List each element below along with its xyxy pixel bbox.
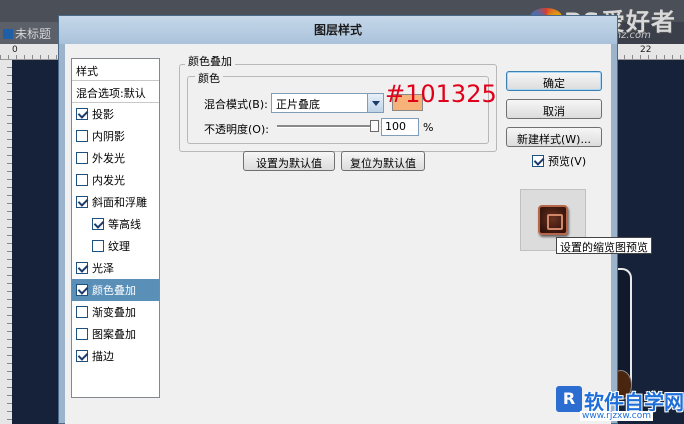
preview-toggle[interactable]: 预览(V) — [532, 153, 586, 169]
style-item-label: 图案叠加 — [92, 328, 136, 341]
opacity-slider-track[interactable] — [277, 125, 377, 128]
vertical-ruler — [0, 60, 12, 424]
opacity-slider-thumb[interactable] — [370, 120, 379, 132]
set-default-button[interactable]: 设置为默认值 — [243, 151, 335, 171]
ruler-label-right: 22 — [640, 45, 652, 55]
style-item-label: 描边 — [92, 350, 114, 363]
style-item-label: 斜面和浮雕 — [92, 196, 147, 209]
style-item-checkbox[interactable] — [76, 196, 88, 208]
style-item[interactable]: 内阴影 — [72, 125, 159, 147]
preview-label: 预览(V) — [548, 155, 587, 168]
style-item-checkbox[interactable] — [76, 262, 88, 274]
style-item[interactable]: 斜面和浮雕 — [72, 191, 159, 213]
ruler-label-left: 0 — [12, 45, 18, 55]
style-item-label: 外发光 — [92, 152, 125, 165]
style-item-checkbox[interactable] — [76, 130, 88, 142]
dialog-title: 图层样式 — [313, 23, 362, 37]
style-item[interactable]: 渐变叠加 — [72, 301, 159, 323]
watermark-bottom: R 软件自学网 www.rjzxw.com — [556, 386, 684, 424]
style-item-checkbox[interactable] — [92, 218, 104, 230]
style-item[interactable]: 图案叠加 — [72, 323, 159, 345]
dialog-titlebar[interactable]: 图层样式 — [59, 16, 617, 44]
style-item[interactable]: 内发光 — [72, 169, 159, 191]
blend-options-item[interactable]: 混合选项:默认 — [72, 81, 159, 103]
opacity-unit: % — [423, 121, 434, 134]
style-list: 样式 混合选项:默认 投影内阴影外发光内发光斜面和浮雕等高线纹理光泽颜色叠加渐变… — [71, 58, 160, 398]
style-list-header[interactable]: 样式 — [72, 59, 159, 81]
dialog-body: 样式 混合选项:默认 投影 内阴影 外发光 内发光 斜面和浮雕 等高线 纹理 光泽 颜色叠加 渐变… — [65, 44, 652, 424]
style-item-label: 内发光 — [92, 174, 125, 187]
style-item[interactable]: 外发光 — [72, 147, 159, 169]
preview-thumbnail-image — [538, 205, 568, 235]
style-item-checkbox[interactable] — [76, 284, 88, 296]
style-item[interactable]: 投影 — [72, 103, 159, 125]
preview-tooltip: 设置的缩览图预览 — [556, 237, 652, 254]
document-icon — [3, 29, 13, 39]
blend-mode-select[interactable]: 正片叠底 — [271, 93, 384, 113]
document-tab-title: 未标题 — [15, 27, 52, 41]
reset-default-button[interactable]: 复位为默认值 — [341, 151, 425, 171]
cancel-button[interactable]: 取消 — [506, 99, 602, 119]
style-item-label: 纹理 — [108, 240, 130, 253]
opacity-label: 不透明度(O): — [204, 123, 269, 136]
style-item-checkbox[interactable] — [76, 108, 88, 120]
document-tab[interactable]: 未标题 — [0, 22, 60, 44]
opacity-input[interactable]: 100 — [381, 118, 419, 136]
style-items: 投影内阴影外发光内发光斜面和浮雕等高线纹理光泽颜色叠加渐变叠加图案叠加描边 — [72, 103, 159, 367]
hex-color-annotation: #101325 — [385, 80, 497, 108]
watermark-bottom-url: www.rjzxw.com — [580, 411, 653, 421]
style-item[interactable]: 描边 — [72, 345, 159, 367]
style-item-label: 颜色叠加 — [92, 284, 136, 297]
style-item-label: 等高线 — [108, 218, 141, 231]
layer-style-dialog: 图层样式 样式 混合选项:默认 投影 内阴影 外发光 内发光 斜面和浮雕 等高线 纹理 光泽颜… — [58, 15, 652, 424]
color-subgroup-title: 颜色 — [195, 70, 223, 86]
ok-button[interactable]: 确定 — [506, 71, 602, 91]
style-item-checkbox[interactable] — [76, 306, 88, 318]
new-style-button[interactable]: 新建样式(W)... — [506, 127, 602, 147]
style-item-checkbox[interactable] — [76, 174, 88, 186]
style-item-label: 内阴影 — [92, 130, 125, 143]
blend-mode-label: 混合模式(B): — [204, 98, 268, 111]
color-overlay-group-title: 颜色叠加 — [185, 53, 235, 69]
preview-checkbox[interactable] — [532, 155, 544, 167]
style-item-checkbox[interactable] — [76, 328, 88, 340]
style-item[interactable]: 颜色叠加 — [72, 279, 159, 301]
style-item-label: 光泽 — [92, 262, 114, 275]
style-item[interactable]: 纹理 — [72, 235, 159, 257]
style-item-checkbox[interactable] — [76, 152, 88, 164]
style-item[interactable]: 光泽 — [72, 257, 159, 279]
style-item[interactable]: 等高线 — [72, 213, 159, 235]
style-item-label: 渐变叠加 — [92, 306, 136, 319]
style-item-checkbox[interactable] — [76, 350, 88, 362]
chevron-down-icon[interactable] — [367, 94, 383, 112]
style-item-checkbox[interactable] — [92, 240, 104, 252]
blend-mode-value: 正片叠底 — [276, 98, 320, 111]
watermark-r-icon: R — [556, 386, 582, 412]
style-item-label: 投影 — [92, 108, 114, 121]
